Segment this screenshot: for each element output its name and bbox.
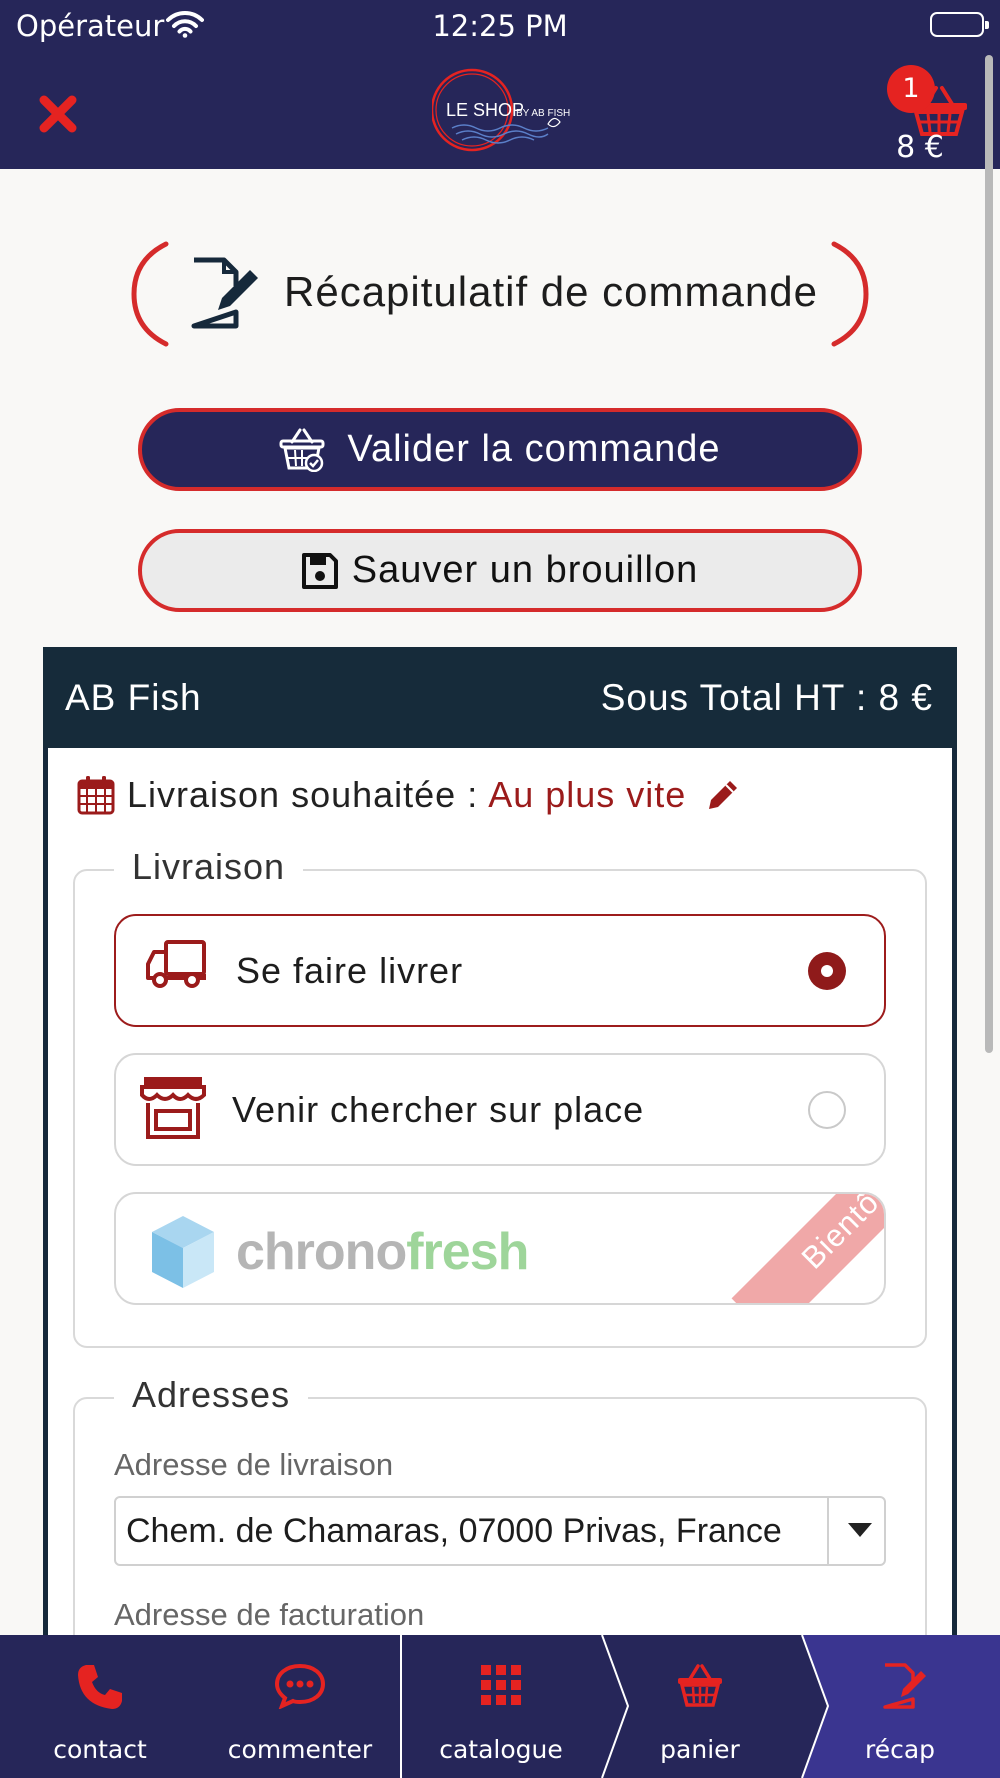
delivery-address-select[interactable]: Chem. de Chamaras, 07000 Privas, France [114, 1496, 886, 1566]
nav-bar: LE SHOP BY AB FISH 1 8 € [0, 52, 1000, 169]
delivery-date-value: Au plus vite [488, 774, 687, 815]
clock: 12:25 PM [432, 9, 568, 43]
cart-count-badge: 1 [887, 65, 935, 113]
delivery-date-row[interactable]: Livraison souhaitée : Au plus vite [77, 770, 740, 820]
calendar-icon [77, 775, 115, 815]
svg-text:BY AB FISH: BY AB FISH [516, 108, 570, 119]
truck-icon [146, 938, 208, 999]
tab-recap[interactable]: récap [800, 1635, 1000, 1778]
save-draft-button[interactable]: Sauver un brouillon [138, 529, 862, 612]
page-title-block: Récapitulatif de commande [130, 240, 870, 348]
chronofresh-cube-icon [150, 1214, 216, 1299]
battery-icon [930, 12, 989, 37]
radio-selected[interactable] [808, 952, 846, 990]
close-icon[interactable] [36, 92, 80, 136]
tab-recap-label: récap [864, 1735, 936, 1764]
cart-button[interactable]: 1 8 € [880, 62, 990, 165]
shop-name: AB Fish [65, 677, 202, 718]
radio-unselected[interactable] [808, 1091, 846, 1129]
caret-down-icon[interactable] [848, 1523, 872, 1542]
tab-contact[interactable]: contact [0, 1635, 200, 1778]
tab-basket[interactable]: panier [600, 1635, 800, 1778]
tab-comment-label: commenter [227, 1735, 373, 1764]
basket-check-icon [279, 428, 325, 472]
validate-order-button[interactable]: Valider la commande [138, 408, 862, 491]
tab-basket-label: panier [660, 1735, 740, 1764]
order-card-header: AB Fish Sous Total HT : 8 € [43, 647, 957, 748]
delivery-address-value: Chem. de Chamaras, 07000 Privas, France [126, 1512, 782, 1550]
tab-catalogue[interactable]: catalogue [402, 1635, 600, 1778]
status-bar: Opérateur 12:25 PM [0, 0, 1000, 52]
subtotal: Sous Total HT : 8 € [600, 677, 933, 718]
edit-document-icon [191, 257, 258, 329]
delivery-section-legend: Livraison [114, 846, 304, 888]
delivery-date-label: Livraison souhaitée : [127, 774, 479, 815]
save-draft-label: Sauver un brouillon [351, 549, 699, 591]
option-pickup-label: Venir chercher sur place [232, 1089, 645, 1130]
coming-soon-ribbon: Bientôt [731, 1194, 884, 1303]
phone-icon [76, 1663, 124, 1717]
grid-icon [479, 1663, 523, 1713]
bottom-tab-bar: contact commenter catalogue panier récap [0, 1635, 1000, 1778]
tab-catalogue-label: catalogue [439, 1735, 563, 1764]
delivery-address-label: Adresse de livraison [114, 1447, 394, 1482]
right-bracket-decoration [831, 241, 869, 347]
left-bracket-decoration [131, 241, 169, 347]
svg-text:LE SHOP: LE SHOP [446, 100, 524, 120]
cart-total: 8 € [896, 130, 944, 165]
select-divider [827, 1498, 829, 1564]
edit-document-icon [881, 1663, 927, 1715]
tab-contact-label: contact [53, 1735, 147, 1764]
pencil-icon[interactable] [706, 778, 740, 812]
option-home-delivery-label: Se faire livrer [236, 950, 464, 991]
option-pickup[interactable]: Venir chercher sur place [114, 1053, 886, 1166]
scrollbar[interactable] [985, 55, 993, 1053]
chronofresh-logo: chronofresh [236, 1223, 529, 1281]
tab-comment[interactable]: commenter [200, 1635, 400, 1778]
floppy-disk-icon [301, 552, 338, 589]
validate-order-label: Valider la commande [347, 428, 721, 470]
page-title: Récapitulatif de commande [284, 268, 818, 315]
shop-logo[interactable]: LE SHOP BY AB FISH [430, 62, 577, 162]
addresses-section-legend: Adresses [114, 1374, 309, 1416]
comment-icon [274, 1663, 326, 1715]
option-home-delivery[interactable]: Se faire livrer [114, 914, 886, 1027]
option-chronofresh: chronofresh Bientôt [114, 1192, 886, 1305]
billing-address-label: Adresse de facturation [114, 1597, 425, 1632]
basket-icon [676, 1663, 724, 1713]
store-icon [140, 1075, 206, 1150]
